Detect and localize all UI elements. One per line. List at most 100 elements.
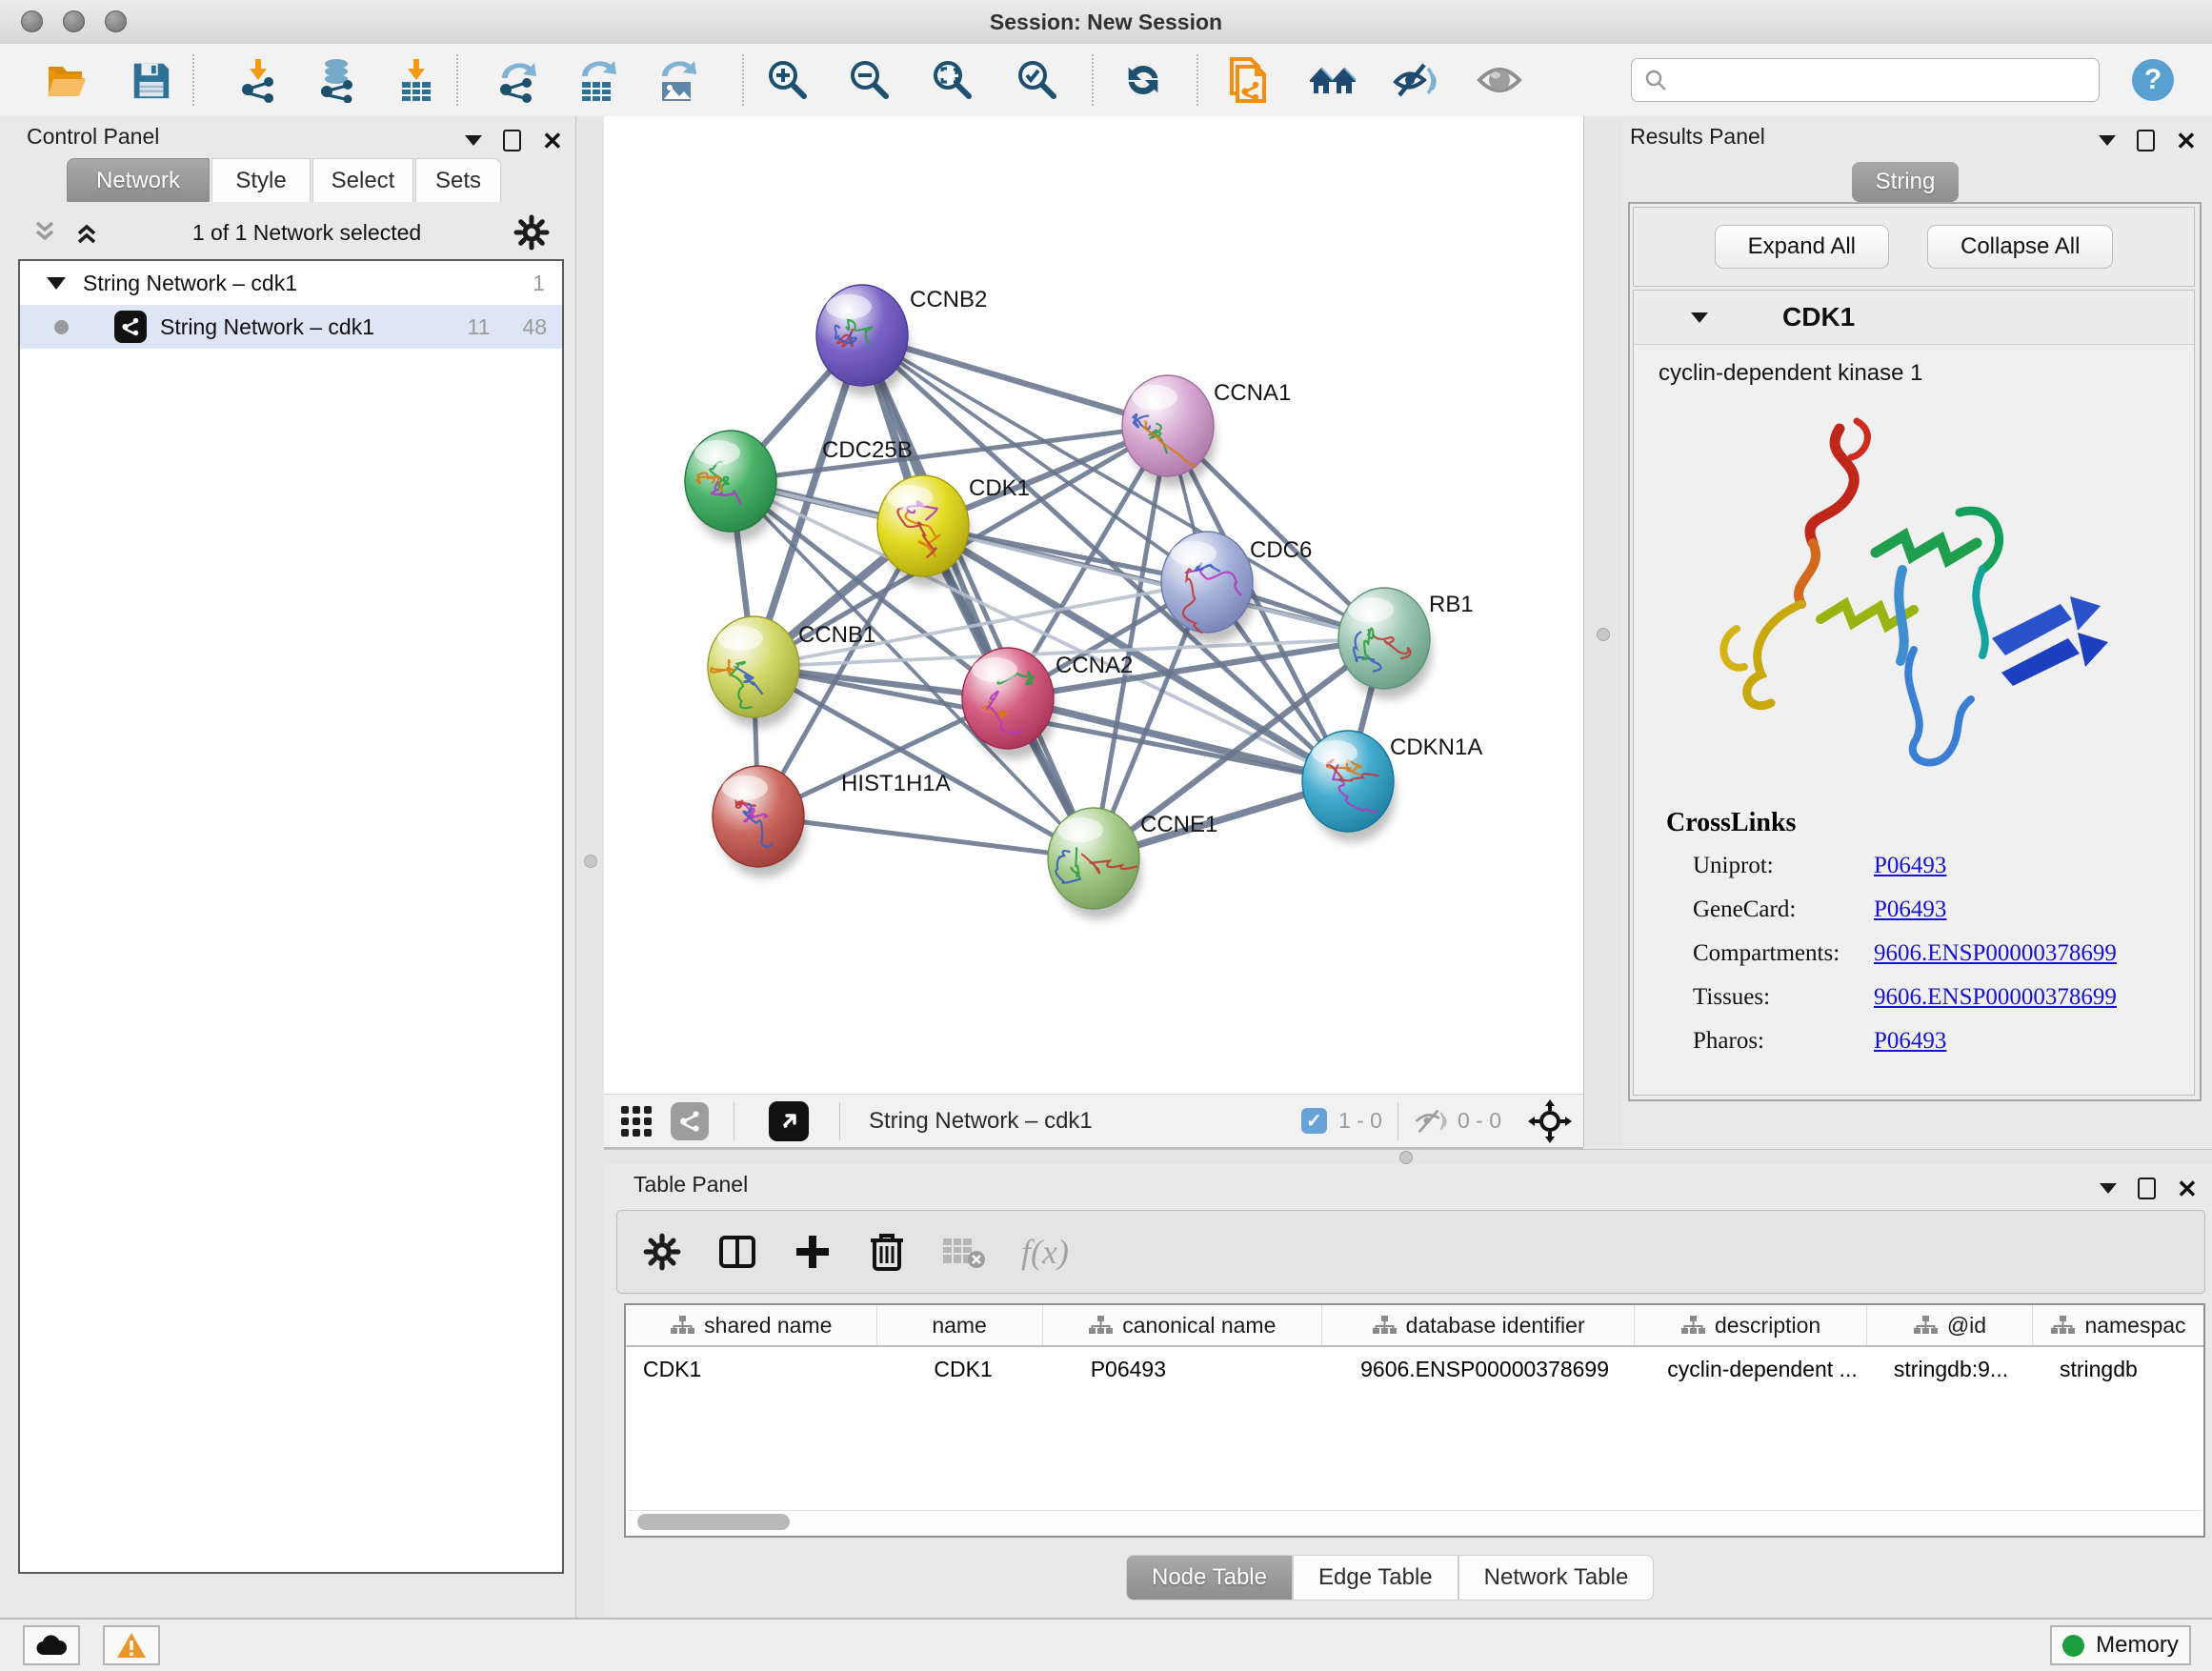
panel-menu-icon[interactable] [465, 135, 482, 146]
tab-network-table[interactable]: Network Table [1458, 1555, 1655, 1601]
add-column-icon[interactable] [793, 1232, 833, 1272]
tab-select[interactable]: Select [312, 158, 413, 202]
left-splitter-handle[interactable] [584, 855, 597, 868]
gear-icon[interactable] [513, 213, 551, 252]
horizontal-scrollbar[interactable] [628, 1510, 2202, 1534]
tab-sets[interactable]: Sets [415, 158, 501, 202]
pharos-link[interactable]: P06493 [1874, 1028, 1946, 1055]
zoom-in-button[interactable] [761, 53, 814, 107]
panel-menu-icon[interactable] [2099, 135, 2116, 146]
node-result-header[interactable]: CDK1 [1634, 291, 2194, 345]
zoom-out-icon [847, 57, 893, 103]
node-table[interactable]: shared name name canonical name database… [624, 1303, 2205, 1538]
birdseye-icon[interactable] [1528, 1099, 1572, 1143]
crosslink-label: Tissues: [1693, 984, 1874, 1011]
scrollbar-thumb[interactable] [637, 1514, 790, 1530]
network-canvas[interactable]: CCNB2CCNA1CDC25BCDK1CDC6RB1CCNB1CCNA2CDK… [604, 116, 1583, 1094]
clone-network-button[interactable] [1221, 53, 1275, 107]
refresh-icon [1121, 58, 1165, 102]
network-collection-row[interactable]: String Network – cdk1 1 [20, 261, 562, 305]
zoom-selected-button[interactable] [1011, 53, 1064, 107]
export-table-button[interactable] [571, 53, 624, 107]
bottom-splitter-handle[interactable] [1399, 1151, 1413, 1164]
cell-description: cyclin-dependent ... [1635, 1357, 1867, 1382]
hide-selected-button[interactable] [1389, 53, 1442, 107]
results-panel-controls: ✕ [2099, 130, 2197, 151]
crosslink-label: GeneCard: [1693, 896, 1874, 923]
network-view-icon[interactable] [671, 1102, 709, 1140]
zoom-out-button[interactable] [843, 53, 896, 107]
column-header-database-identifier[interactable]: database identifier [1322, 1305, 1635, 1345]
close-panel-icon[interactable]: ✕ [2177, 1179, 2198, 1198]
svg-text:CCNB2: CCNB2 [910, 287, 987, 312]
import-network-from-file-button[interactable] [232, 53, 286, 107]
search-icon [1643, 68, 1668, 92]
toolbar-search[interactable] [1631, 58, 2100, 102]
delete-column-icon[interactable] [867, 1231, 907, 1273]
export-image-button[interactable] [651, 53, 704, 107]
refresh-button[interactable] [1116, 53, 1170, 107]
float-panel-icon[interactable] [503, 130, 521, 151]
zoom-fit-button[interactable] [926, 53, 979, 107]
expand-all-button[interactable]: Expand All [1715, 225, 1889, 269]
column-header-canonical-name[interactable]: canonical name [1043, 1305, 1322, 1345]
column-header-namespace[interactable]: namespac [2033, 1305, 2203, 1345]
duplicate-network-icon [1224, 55, 1272, 105]
export-network-button[interactable] [491, 53, 544, 107]
collapse-all-button[interactable]: Collapse All [1927, 225, 2113, 269]
cloud-button[interactable] [23, 1625, 80, 1665]
uniprot-link[interactable]: P06493 [1874, 853, 1946, 879]
node-result-section: CDK1 cyclin-dependent kinase 1 [1633, 290, 2195, 1096]
tissues-link[interactable]: 9606.ENSP00000378699 [1874, 984, 2117, 1011]
grid-view-icon[interactable] [619, 1104, 654, 1138]
column-type-icon [2050, 1315, 2075, 1336]
function-builder-button[interactable]: f(x) [1021, 1232, 1069, 1272]
tab-style[interactable]: Style [211, 158, 311, 202]
network-row[interactable]: String Network – cdk1 11 48 [20, 305, 562, 349]
column-header-description[interactable]: description [1635, 1305, 1867, 1345]
import-table-from-file-button[interactable] [391, 53, 444, 107]
first-neighbors-button[interactable] [1306, 53, 1359, 107]
results-panel-title: Results Panel [1630, 124, 1765, 150]
open-session-button[interactable] [40, 53, 93, 107]
table-row[interactable]: CDK1 CDK1 P06493 9606.ENSP00000378699 cy… [626, 1347, 2203, 1391]
collapse-all-icon[interactable] [30, 219, 59, 246]
detach-view-icon[interactable] [769, 1101, 809, 1141]
import-network-from-database-button[interactable] [312, 53, 365, 107]
houses-icon [1308, 59, 1357, 101]
network-label: String Network – cdk1 [160, 314, 468, 340]
save-session-button[interactable] [124, 53, 177, 107]
column-header-name[interactable]: name [877, 1305, 1043, 1345]
panel-menu-icon[interactable] [2100, 1183, 2117, 1194]
tab-node-table[interactable]: Node Table [1126, 1555, 1293, 1601]
genecard-link[interactable]: P06493 [1874, 896, 1946, 923]
crosslink-row: Uniprot: P06493 [1693, 844, 2194, 888]
collection-expand-icon[interactable] [47, 277, 66, 290]
show-columns-icon[interactable] [716, 1231, 758, 1273]
column-header-id[interactable]: @id [1867, 1305, 2033, 1345]
expand-all-icon[interactable] [72, 219, 101, 246]
tab-network[interactable]: Network [67, 158, 210, 202]
right-splitter-handle[interactable] [1597, 628, 1610, 641]
search-input[interactable] [1676, 67, 2099, 93]
show-all-button[interactable] [1473, 53, 1526, 107]
warnings-button[interactable] [103, 1625, 160, 1665]
network-graph[interactable]: CCNB2CCNA1CDC25BCDK1CDC6RB1CCNB1CCNA2CDK… [604, 116, 1583, 1094]
network-node-count: 11 [468, 314, 491, 340]
collection-label: String Network – cdk1 [83, 271, 533, 296]
close-panel-icon[interactable]: ✕ [542, 131, 563, 151]
svg-text:?: ? [2144, 64, 2162, 95]
help-button[interactable]: ? [2126, 53, 2180, 107]
close-panel-icon[interactable]: ✕ [2176, 131, 2197, 151]
tab-edge-table[interactable]: Edge Table [1293, 1555, 1458, 1601]
collection-count: 1 [533, 271, 545, 296]
section-collapse-icon[interactable] [1691, 312, 1708, 323]
selected-checkbox-icon[interactable]: ✓ [1301, 1108, 1327, 1134]
memory-button[interactable]: Memory [2050, 1625, 2191, 1665]
table-settings-gear-icon[interactable] [642, 1232, 682, 1272]
float-panel-icon[interactable] [2137, 130, 2155, 151]
column-header-shared-name[interactable]: shared name [626, 1305, 877, 1345]
float-panel-icon[interactable] [2138, 1178, 2156, 1199]
tab-string[interactable]: String [1852, 162, 1959, 202]
compartments-link[interactable]: 9606.ENSP00000378699 [1874, 940, 2117, 967]
